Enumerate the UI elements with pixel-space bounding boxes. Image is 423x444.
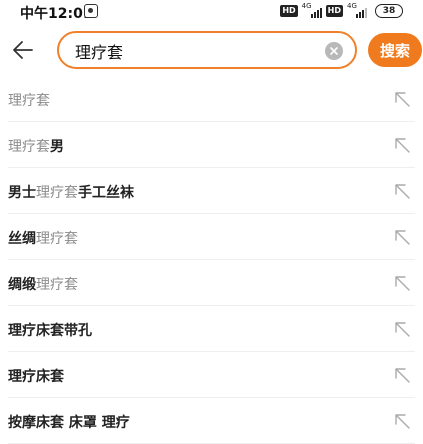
fill-query-button[interactable] xyxy=(393,412,411,430)
fill-query-button[interactable] xyxy=(393,136,411,154)
arrow-up-left-icon xyxy=(395,414,410,429)
status-time: 中午12:01 xyxy=(20,6,93,22)
search-box xyxy=(57,31,357,69)
notification-app-icon xyxy=(84,4,98,18)
suggestion-item[interactable]: 理疗套 xyxy=(0,76,423,122)
search-input[interactable] xyxy=(75,41,315,61)
suggestion-text: 理疗套 xyxy=(8,90,50,110)
clear-icon xyxy=(330,47,338,55)
suggestion-item[interactable]: 理疗套男 xyxy=(0,122,423,168)
signal-icon-2: 4G xyxy=(347,2,367,18)
suggestion-text: 绸缎理疗套 xyxy=(8,274,78,294)
suggestion-match-segment: 理疗套 xyxy=(8,139,50,155)
arrow-up-left-icon xyxy=(395,230,410,245)
arrow-up-left-icon xyxy=(395,138,410,153)
hd-badge-2: HD xyxy=(325,5,343,17)
fill-query-button[interactable] xyxy=(393,182,411,200)
suggestion-text: 理疗床套 xyxy=(8,366,64,386)
status-indicators: HD 4G HD 4G 38 xyxy=(280,2,403,18)
battery-icon: 38 xyxy=(375,4,403,18)
arrow-left-icon xyxy=(13,41,33,59)
suggestion-segment: 理疗床套带孔 xyxy=(8,323,92,339)
search-submit-button[interactable]: 搜索 xyxy=(368,33,422,67)
suggestion-text: 丝绸理疗套 xyxy=(8,228,78,248)
suggestion-segment: 理疗床套 xyxy=(8,369,64,385)
suggestion-text: 男士理疗套手工丝袜 xyxy=(8,182,134,202)
suggestion-item[interactable]: 理疗床套 xyxy=(0,352,423,398)
suggestion-segment: 手工丝袜 xyxy=(78,185,134,201)
suggestion-segment: 男 xyxy=(50,139,64,155)
suggestion-segment: 按摩床套 床罩 理疗 xyxy=(8,415,130,431)
hd-badge: HD xyxy=(280,5,298,17)
fill-query-button[interactable] xyxy=(393,320,411,338)
arrow-up-left-icon xyxy=(395,184,410,199)
fill-query-button[interactable] xyxy=(393,228,411,246)
status-bar: 中午12:01 HD 4G HD 4G 38 xyxy=(0,0,423,24)
suggestion-item[interactable]: 绸缎理疗套 xyxy=(0,260,423,306)
suggestion-item[interactable]: 男士理疗套手工丝袜 xyxy=(0,168,423,214)
back-button[interactable] xyxy=(10,37,36,63)
suggestion-item[interactable]: 丝绸理疗套 xyxy=(0,214,423,260)
clear-button[interactable] xyxy=(325,42,343,60)
suggestion-match-segment: 理疗套 xyxy=(36,231,78,247)
suggestion-text: 理疗套男 xyxy=(8,136,64,156)
suggestion-text: 理疗床套带孔 xyxy=(8,320,92,340)
fill-query-button[interactable] xyxy=(393,366,411,384)
arrow-up-left-icon xyxy=(395,92,410,107)
suggestion-match-segment: 理疗套 xyxy=(36,277,78,293)
suggestion-segment: 绸缎 xyxy=(8,277,36,293)
suggestion-item[interactable]: 按摩床套 床罩 理疗 xyxy=(0,398,423,444)
suggestion-segment: 男士 xyxy=(8,185,36,201)
fill-query-button[interactable] xyxy=(393,274,411,292)
suggestion-item[interactable]: 理疗床套带孔 xyxy=(0,306,423,352)
suggestion-text: 按摩床套 床罩 理疗 xyxy=(8,412,130,432)
suggestion-match-segment: 理疗套 xyxy=(36,185,78,201)
arrow-up-left-icon xyxy=(395,276,410,291)
signal-icon: 4G xyxy=(302,2,322,18)
fill-query-button[interactable] xyxy=(393,90,411,108)
suggestion-segment: 丝绸 xyxy=(8,231,36,247)
arrow-up-left-icon xyxy=(395,322,410,337)
arrow-up-left-icon xyxy=(395,368,410,383)
suggestion-list: 理疗套 理疗套男 男士理疗套手工丝袜 丝绸理疗套 绸缎理疗套 理疗床套带孔 理疗床套 按摩床套… xyxy=(0,76,423,444)
suggestion-match-segment: 理疗套 xyxy=(8,93,50,109)
search-bar: 搜索 xyxy=(0,24,423,76)
